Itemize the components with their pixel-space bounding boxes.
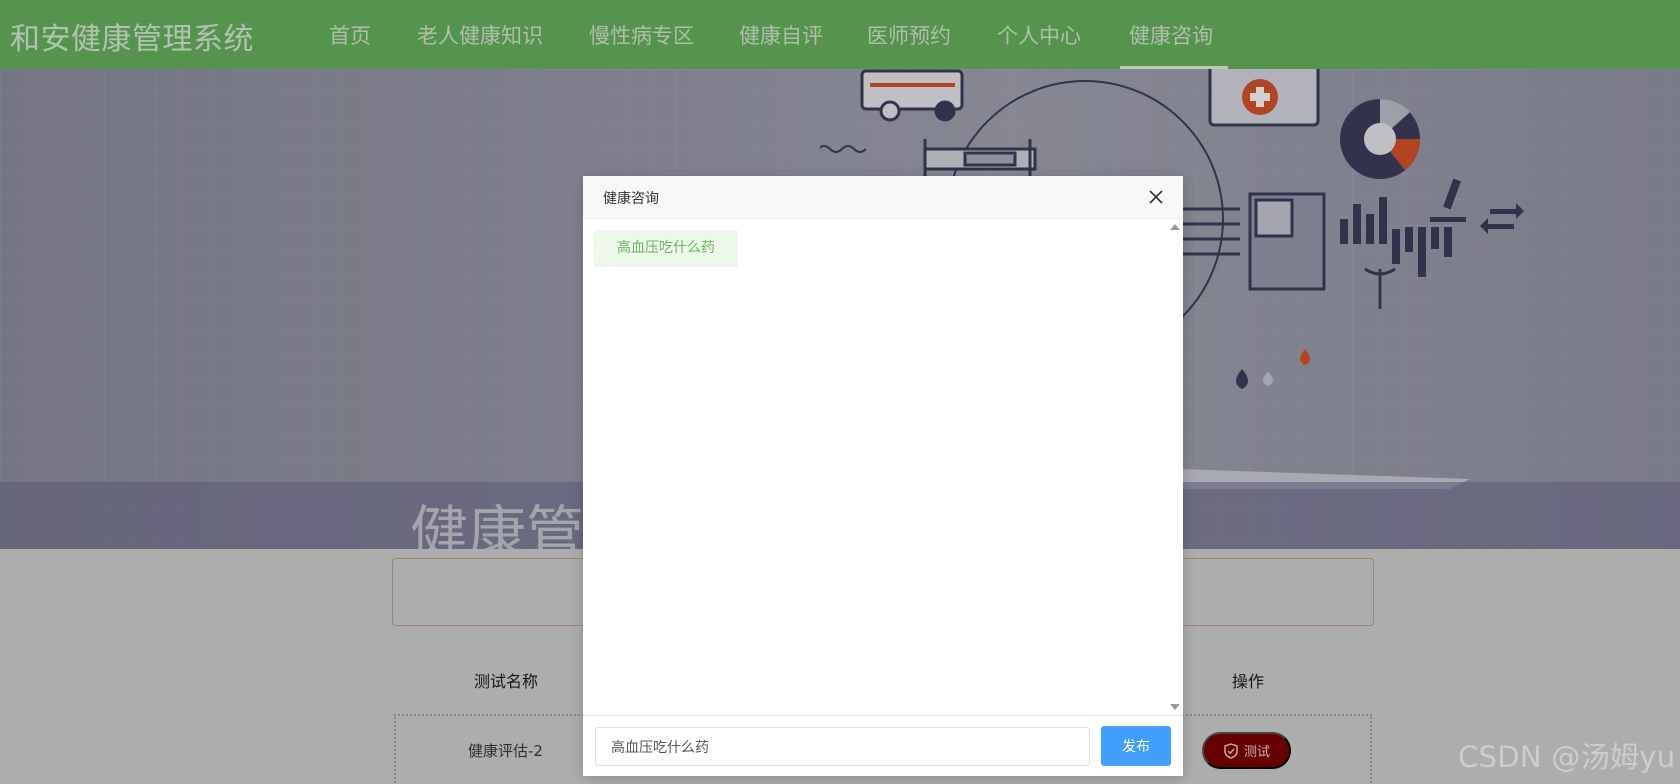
- test-button-label: 测试: [1243, 744, 1270, 759]
- message-input[interactable]: [595, 727, 1090, 766]
- nav-item-elderly-health-knowledge[interactable]: 老人健康知识: [417, 20, 543, 50]
- hospital-bed-icon: [923, 139, 1037, 179]
- brand-title: 和安健康管理系统: [10, 22, 254, 57]
- bar-chart-icon: [1340, 197, 1452, 277]
- consultation-dialog: 健康咨询 高血压吃什么药 发布: [583, 176, 1183, 776]
- microscope-icon: [1430, 178, 1466, 222]
- drop-icon: [1300, 349, 1310, 365]
- ambulance-icon: [860, 69, 964, 122]
- drop-icon: [1263, 372, 1273, 386]
- shield-icon: [1224, 742, 1238, 759]
- nav-item-personal-center[interactable]: 个人中心: [997, 20, 1081, 50]
- publish-button[interactable]: 发布: [1101, 726, 1171, 766]
- dialog-title: 健康咨询: [603, 191, 659, 207]
- watermark: CSDN @汤姆yu: [1458, 740, 1676, 774]
- chat-message-area[interactable]: 高血压吃什么药: [583, 219, 1183, 716]
- document-icon: [1180, 192, 1326, 291]
- nav-item-health-consultation[interactable]: 健康咨询: [1129, 20, 1213, 50]
- nav-item-doctor-appointment[interactable]: 医师预约: [867, 20, 951, 50]
- scroll-down-arrow-icon[interactable]: [1170, 704, 1180, 710]
- caduceus-icon: [1364, 267, 1396, 309]
- first-aid-kit-icon: [1208, 69, 1320, 127]
- pie-chart-icon: [1340, 98, 1420, 179]
- nav-item-home[interactable]: 首页: [329, 20, 371, 50]
- column-header-test-name: 测试名称: [474, 672, 539, 691]
- test-button[interactable]: 测试: [1202, 732, 1291, 769]
- swap-arrows-icon: [1480, 203, 1524, 234]
- nav-item-chronic-disease[interactable]: 慢性病专区: [589, 20, 694, 50]
- nav-item-self-assessment[interactable]: 健康自评: [739, 20, 823, 50]
- test-name-cell: 健康评估-2: [468, 742, 543, 760]
- dialog-header: 健康咨询: [583, 176, 1183, 219]
- scroll-up-arrow-icon[interactable]: [1170, 224, 1180, 230]
- chat-message-bubble: 高血压吃什么药: [594, 230, 738, 267]
- column-header-action: 操作: [1232, 672, 1265, 691]
- drop-icon: [1236, 369, 1248, 389]
- close-icon[interactable]: [1148, 189, 1164, 205]
- top-navbar: 和安健康管理系统 首页 老人健康知识 慢性病专区 健康自评 医师预约 个人中心 …: [0, 0, 1680, 69]
